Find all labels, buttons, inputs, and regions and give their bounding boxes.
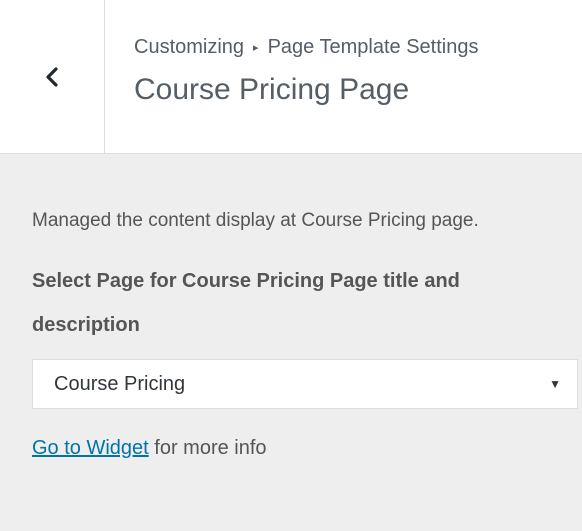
section-description: Managed the content display at Course Pr… [32, 210, 479, 231]
breadcrumb-current: Page Template Settings [267, 36, 479, 58]
control-label: Select Page for Course Pricing Page titl… [32, 270, 460, 336]
back-button[interactable] [0, 0, 105, 153]
go-to-widget-link[interactable]: Go to Widget [32, 437, 149, 459]
info-suffix: for more info [148, 437, 267, 459]
triangle-down-icon: ▼ [549, 377, 561, 391]
breadcrumb-root: Customizing [134, 36, 245, 58]
section-content: Managed the content display at Course Pr… [32, 205, 578, 460]
page-title: Course Pricing Page [134, 73, 410, 106]
page-select-value: Course Pricing [54, 373, 186, 395]
chevron-left-icon [45, 66, 59, 88]
breadcrumb-separator-icon: ▸ [253, 42, 259, 54]
section-titles: Customizing ▸ Page Template Settings Cou… [134, 36, 478, 107]
breadcrumb: Customizing ▸ Page Template Settings [134, 36, 478, 59]
info-line: Go to Widget for more info [32, 437, 572, 460]
section-header: Customizing ▸ Page Template Settings Cou… [0, 0, 582, 154]
page-select[interactable]: Course Pricing ▼ [32, 359, 578, 409]
